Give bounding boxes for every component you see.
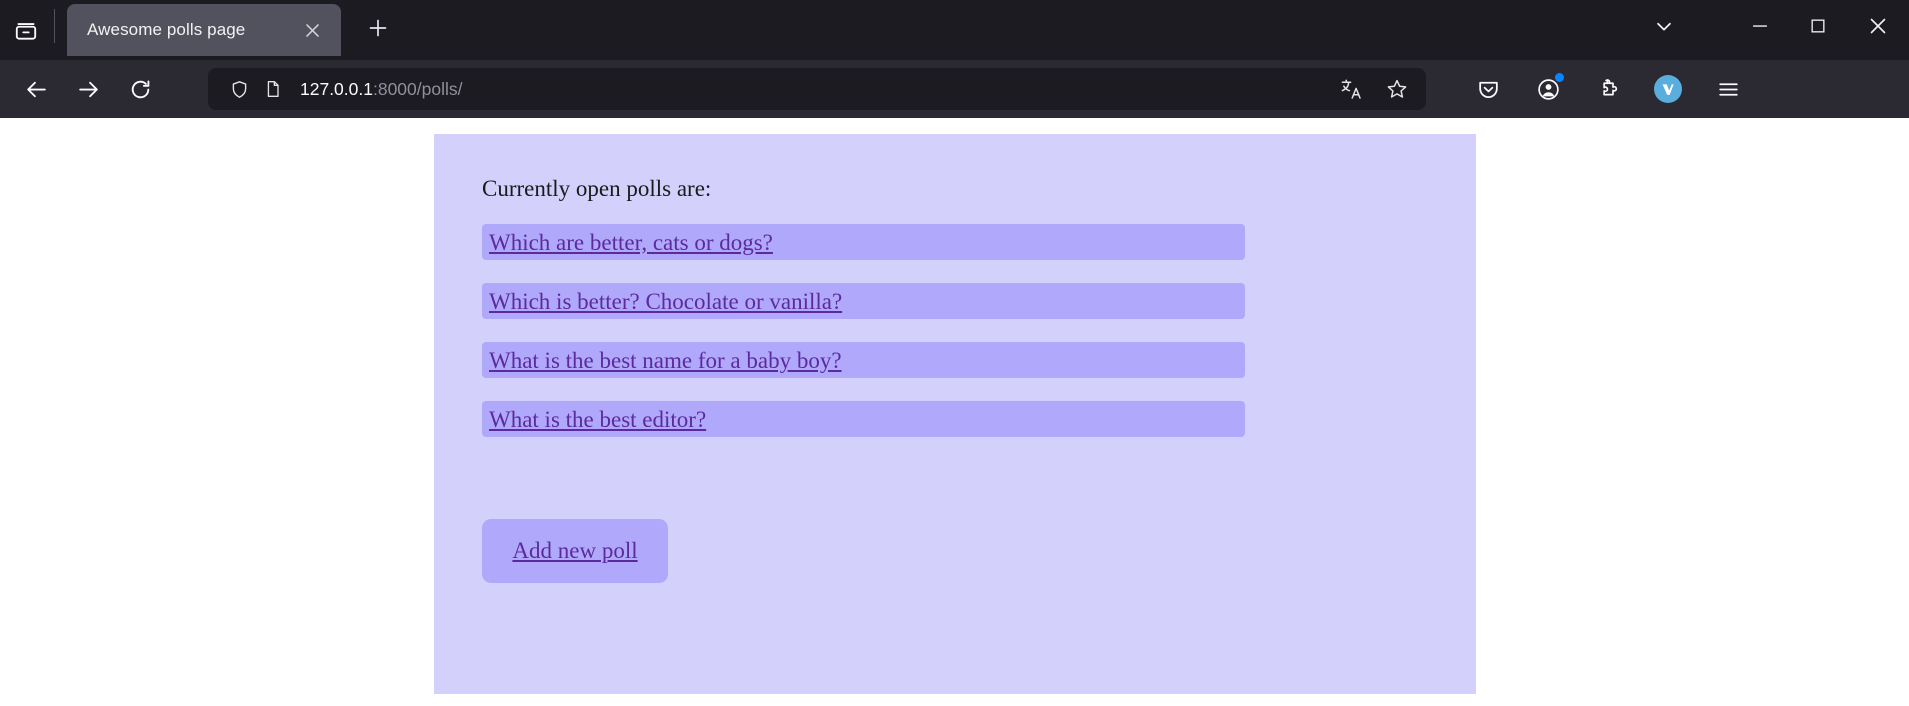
add-new-poll-button[interactable]: Add new poll: [482, 519, 668, 583]
puzzle-piece-icon: [1596, 77, 1621, 102]
reload-button[interactable]: [119, 68, 161, 110]
hamburger-menu-icon: [1716, 77, 1741, 102]
reload-icon: [128, 77, 153, 102]
maximize-button[interactable]: [1789, 0, 1847, 52]
back-button[interactable]: [15, 68, 57, 110]
pocket-button[interactable]: [1467, 68, 1509, 110]
page-viewport: Currently open polls are: Which are bett…: [0, 118, 1909, 706]
pocket-icon: [1476, 77, 1501, 102]
vimium-extension-icon: [1654, 75, 1682, 103]
poll-list: Which are better, cats or dogs? Which is…: [434, 224, 1476, 437]
firefox-view-button[interactable]: [0, 0, 52, 60]
list-all-tabs-button[interactable]: [1629, 0, 1699, 52]
poll-link-baby-boy-name[interactable]: What is the best name for a baby boy?: [489, 349, 842, 372]
urlbar-actions: [1328, 68, 1420, 110]
translate-button[interactable]: [1330, 68, 1372, 110]
url-bar[interactable]: 127.0.0.1:8000/polls/: [208, 68, 1426, 110]
back-arrow-icon: [24, 77, 49, 102]
firefox-view-icon: [13, 17, 39, 43]
browser-window: Awesome polls page 127.0.0.1:8000/polls/…: [0, 0, 1909, 706]
account-notification-badge: [1555, 73, 1564, 82]
tabstrip-divider: [54, 9, 55, 43]
poll-link-chocolate-or-vanilla[interactable]: Which is better? Chocolate or vanilla?: [489, 290, 842, 313]
bookmark-button[interactable]: [1376, 68, 1418, 110]
app-menu-button[interactable]: [1707, 68, 1749, 110]
window-controls: [1629, 0, 1909, 52]
extensions-button[interactable]: [1587, 68, 1629, 110]
new-tab-button[interactable]: [355, 5, 401, 51]
chevron-down-icon: [1653, 15, 1675, 37]
list-item[interactable]: What is the best editor?: [482, 401, 1245, 437]
tab-strip: Awesome polls page: [0, 0, 401, 60]
page-heading: Currently open polls are:: [482, 176, 712, 201]
forward-button[interactable]: [67, 68, 109, 110]
add-new-poll-link[interactable]: Add new poll: [512, 538, 637, 564]
url-text[interactable]: 127.0.0.1:8000/polls/: [290, 79, 1328, 100]
translate-icon: [1339, 77, 1363, 101]
tab-bar: Awesome polls page: [0, 0, 1909, 60]
forward-arrow-icon: [76, 77, 101, 102]
list-item[interactable]: Which are better, cats or dogs?: [482, 224, 1245, 260]
extension-vimium-button[interactable]: [1647, 68, 1689, 110]
close-icon: [1866, 14, 1890, 38]
account-button[interactable]: [1527, 68, 1569, 110]
url-path: :8000/polls/: [372, 78, 463, 99]
tab-close-button[interactable]: [297, 15, 327, 45]
url-host: 127.0.0.1: [300, 78, 373, 99]
toolbar-right-actions: [1458, 68, 1758, 110]
tab-awesome-polls-page[interactable]: Awesome polls page: [67, 4, 341, 56]
plus-icon: [366, 16, 390, 40]
minimize-button[interactable]: [1731, 0, 1789, 52]
page-info-icon[interactable]: [256, 72, 290, 106]
list-item[interactable]: What is the best name for a baby boy?: [482, 342, 1245, 378]
star-icon: [1385, 77, 1409, 101]
navigation-toolbar: 127.0.0.1:8000/polls/: [0, 60, 1909, 118]
maximize-icon: [1808, 16, 1828, 36]
poll-link-cats-or-dogs[interactable]: Which are better, cats or dogs?: [489, 231, 773, 254]
close-window-button[interactable]: [1847, 0, 1909, 52]
shield-icon[interactable]: [222, 72, 256, 106]
poll-link-best-editor[interactable]: What is the best editor?: [489, 408, 706, 431]
tab-title: Awesome polls page: [87, 20, 246, 39]
minimize-icon: [1749, 15, 1771, 37]
list-item[interactable]: Which is better? Chocolate or vanilla?: [482, 283, 1245, 319]
polls-page-panel: Currently open polls are: Which are bett…: [434, 134, 1476, 694]
